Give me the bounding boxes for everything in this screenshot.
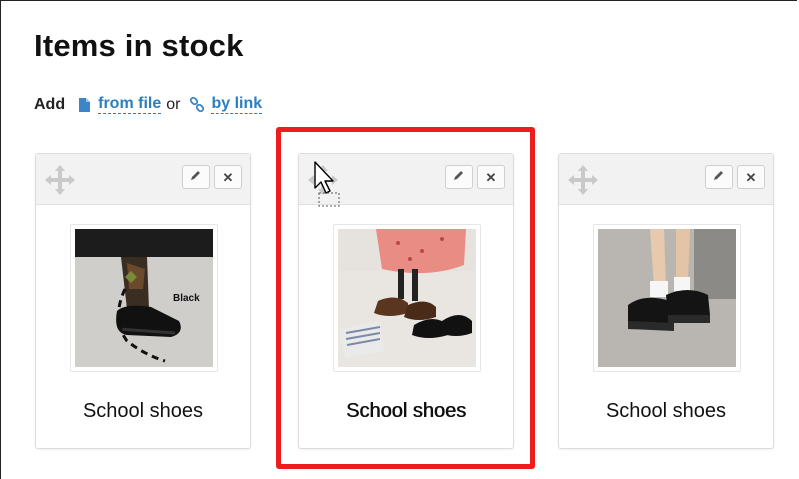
close-icon: ✕ bbox=[222, 169, 234, 185]
close-icon: ✕ bbox=[745, 169, 757, 185]
or-text: or bbox=[166, 95, 181, 113]
image-label: Black bbox=[173, 293, 200, 304]
move-icon[interactable] bbox=[44, 164, 76, 196]
edit-button[interactable] bbox=[445, 165, 473, 189]
pencil-icon bbox=[453, 168, 465, 186]
link-icon bbox=[189, 96, 205, 113]
edit-button[interactable] bbox=[705, 165, 733, 189]
card-header: ✕ bbox=[36, 154, 250, 205]
add-label: Add bbox=[34, 95, 66, 113]
product-photo-loafers bbox=[338, 229, 476, 367]
product-photo-black-shoes: Black bbox=[75, 229, 213, 367]
by-link-link[interactable]: by link bbox=[211, 95, 263, 114]
card-header: ✕ bbox=[559, 154, 773, 205]
pencil-icon bbox=[190, 168, 202, 186]
close-icon: ✕ bbox=[485, 169, 497, 185]
item-card: ✕ Black School shoes bbox=[35, 153, 251, 449]
item-thumbnail[interactable]: Black bbox=[70, 224, 218, 372]
item-card: ✕ School shoes bbox=[558, 153, 774, 449]
pencil-icon bbox=[713, 168, 725, 186]
move-icon[interactable] bbox=[567, 164, 599, 196]
item-thumbnail[interactable] bbox=[593, 224, 741, 372]
page-title: Items in stock bbox=[34, 28, 244, 63]
edit-button[interactable] bbox=[182, 165, 210, 189]
item-caption: School shoes bbox=[82, 400, 204, 422]
delete-button[interactable]: ✕ bbox=[477, 165, 505, 189]
item-thumbnail[interactable] bbox=[333, 224, 481, 372]
item-card-selected: ✕ School shoes bbox=[298, 153, 514, 449]
product-photo-platform-loafers bbox=[598, 229, 736, 367]
from-file-link[interactable]: from file bbox=[98, 95, 162, 114]
delete-button[interactable]: ✕ bbox=[214, 165, 242, 189]
delete-button[interactable]: ✕ bbox=[737, 165, 765, 189]
file-icon bbox=[79, 97, 91, 112]
add-bar: Add from file or by link bbox=[34, 95, 263, 114]
item-caption: School shoes bbox=[345, 400, 467, 422]
card-header: ✕ bbox=[299, 154, 513, 205]
item-caption: School shoes bbox=[605, 400, 727, 422]
move-icon[interactable] bbox=[307, 164, 339, 196]
